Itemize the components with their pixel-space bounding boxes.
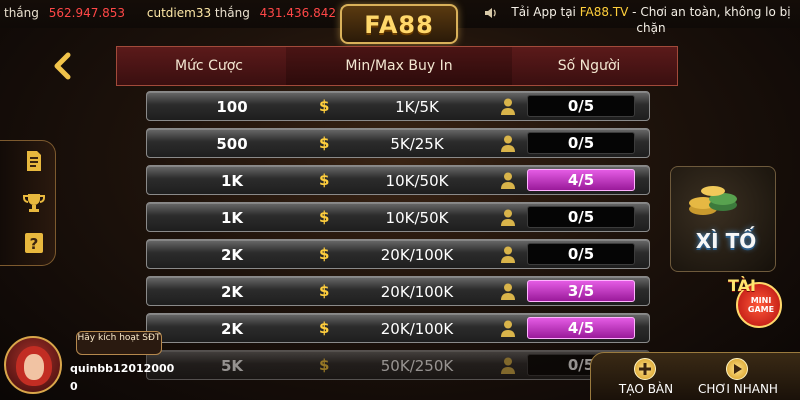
bet-value: 100 — [216, 98, 248, 116]
buyin-value: 50K/250K — [380, 357, 454, 375]
bet-value: 2K — [220, 246, 244, 264]
buyin-value: 20K/100K — [380, 246, 454, 264]
fa88-logo: FA88 — [340, 4, 458, 44]
player-count: 0/5 — [527, 132, 635, 154]
app-notice: Tải App tại FA88.TV - Chơi an toàn, khôn… — [508, 4, 794, 36]
document-icon[interactable] — [22, 149, 46, 173]
mini-game-tai: TÀI — [728, 276, 757, 295]
buyin-value: 10K/50K — [385, 172, 449, 190]
bet-value: 1K — [220, 209, 244, 227]
avatar[interactable] — [4, 336, 62, 394]
plus-icon — [634, 358, 656, 380]
player-icon — [501, 135, 515, 152]
bet-value: 500 — [216, 135, 248, 153]
svg-text:?: ? — [30, 235, 39, 253]
avatar-face — [24, 354, 44, 380]
player-count: 0/5 — [527, 95, 635, 117]
notice-prefix: Tải App tại — [511, 5, 576, 19]
table-row[interactable]: 2K $20K/100K 3/5 — [146, 276, 650, 306]
create-table-label: TẠO BÀN — [618, 382, 674, 396]
table-row[interactable]: 5K $50K/250K 0/5 — [146, 350, 650, 380]
player-count: 4/5 — [527, 317, 635, 339]
player-count: 4/5 — [527, 169, 635, 191]
logo-text: FA88 — [364, 11, 434, 39]
player-icon — [501, 357, 515, 374]
quick-play-button[interactable]: CHƠI NHANH — [690, 356, 786, 398]
speaker-icon[interactable] — [484, 6, 498, 20]
dollar-icon: $ — [319, 208, 330, 226]
dollar-icon: $ — [319, 171, 330, 189]
table-row[interactable]: 100 $1K/5K 0/5 — [146, 91, 650, 121]
ticker-user: cutdiem33 — [146, 6, 212, 20]
dollar-icon: $ — [319, 319, 330, 337]
player-icon — [501, 209, 515, 226]
username: quinbb12012000 — [70, 362, 175, 375]
player-count: 0/5 — [527, 206, 635, 228]
mini-game-label: MINI GAME — [747, 296, 775, 314]
coins-icon — [689, 186, 737, 215]
buyin-value: 20K/100K — [380, 283, 454, 301]
win-ticker: thắng 562.947.853 cutdiem33 thắng 431.43… — [4, 6, 347, 20]
back-arrow-icon[interactable] — [50, 52, 76, 80]
player-icon — [501, 98, 515, 115]
header-bet-label: Mức Cược — [174, 58, 243, 74]
header-buyin-label: Min/Max Buy In — [345, 58, 453, 74]
notice-suffix: - Chơi an toàn, không lo bị chặn — [628, 5, 791, 35]
dollar-icon: $ — [319, 356, 330, 374]
user-balance: 0 — [70, 380, 78, 393]
ticker-amount: 431.436.842 — [259, 6, 336, 20]
table-row[interactable]: 500 $5K/25K 0/5 — [146, 128, 650, 158]
quick-play-label: CHƠI NHANH — [698, 382, 778, 396]
buyin-value: 20K/100K — [380, 320, 454, 338]
create-table-button[interactable]: TẠO BÀN — [598, 356, 694, 398]
ticker-verb: thắng — [214, 6, 250, 20]
buyin-value: 10K/50K — [385, 209, 449, 227]
table-row[interactable]: 2K $20K/100K 0/5 — [146, 239, 650, 269]
player-icon — [501, 172, 515, 189]
buyin-value: 1K/5K — [395, 98, 439, 116]
header-bet: Mức Cược — [116, 46, 302, 86]
trophy-icon[interactable] — [22, 191, 46, 215]
player-icon — [501, 246, 515, 263]
dollar-icon: $ — [319, 282, 330, 300]
bet-value: 2K — [220, 283, 244, 301]
dollar-icon: $ — [319, 134, 330, 152]
ticker-verb: thắng — [4, 6, 39, 20]
table-row[interactable]: 1K $10K/50K 4/5 — [146, 165, 650, 195]
header-players: Số Người — [500, 46, 678, 86]
activate-phone-button[interactable]: Hãy kích hoạt SĐT — [76, 331, 162, 355]
play-icon — [726, 358, 748, 380]
header-players-label: Số Người — [557, 58, 621, 74]
ticker-amount: 562.947.853 — [48, 6, 126, 20]
help-icon[interactable]: ? — [22, 231, 46, 255]
side-menu: ? — [0, 140, 56, 266]
bet-value: 1K — [220, 172, 244, 190]
bet-value: 5K — [220, 357, 244, 375]
buyin-value: 5K/25K — [390, 135, 444, 153]
player-icon — [501, 283, 515, 300]
game-thumbnail[interactable]: XÌ TỐ — [670, 166, 776, 272]
player-count: 0/5 — [527, 243, 635, 265]
header-buyin: Min/Max Buy In — [286, 46, 512, 86]
mini-game-button[interactable]: TÀI MINI GAME — [728, 276, 786, 328]
dollar-icon: $ — [319, 245, 330, 263]
game-name: XÌ TỐ — [695, 229, 757, 253]
notice-brand[interactable]: FA88.TV — [580, 5, 629, 19]
bet-value: 2K — [220, 320, 244, 338]
dollar-icon: $ — [319, 97, 330, 115]
table-row[interactable]: 1K $10K/50K 0/5 — [146, 202, 650, 232]
player-count: 3/5 — [527, 280, 635, 302]
table-row[interactable]: 2K $20K/100K 4/5 — [146, 313, 650, 343]
player-icon — [501, 320, 515, 337]
